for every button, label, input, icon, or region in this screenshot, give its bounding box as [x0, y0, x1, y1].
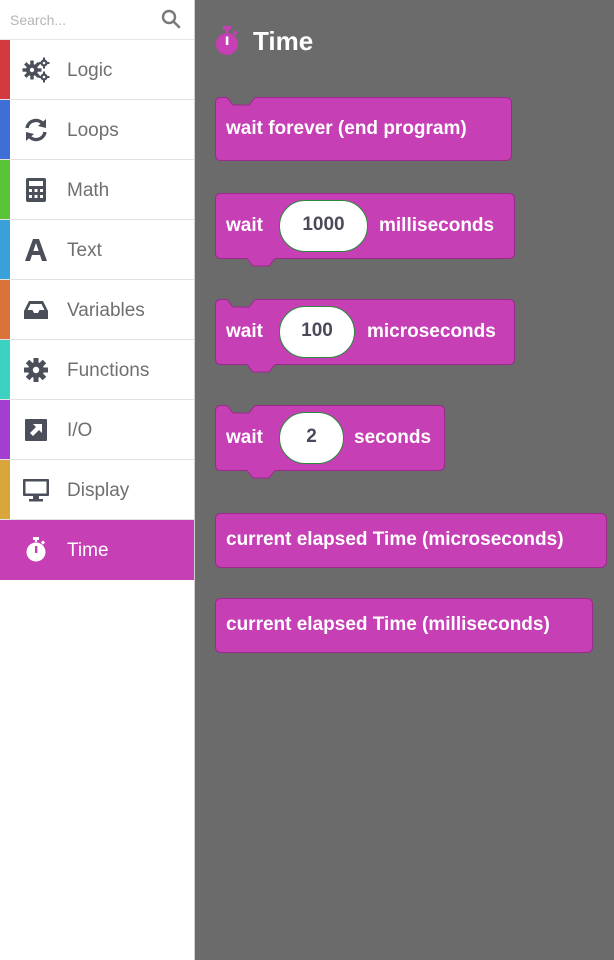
category-label: Display: [67, 480, 130, 501]
category-color-stripe: [0, 220, 10, 279]
category-text[interactable]: Text: [0, 220, 195, 280]
category-color-stripe: [0, 160, 10, 219]
category-loops[interactable]: Loops: [0, 100, 195, 160]
category-label: Text: [67, 240, 102, 261]
category-logic[interactable]: Logic: [0, 40, 195, 100]
search-bar: [0, 0, 195, 40]
search-icon[interactable]: [161, 9, 181, 29]
category-label: Math: [67, 180, 110, 201]
blocks-flyout: Time wait forever (end program) wait 100…: [196, 0, 614, 960]
category-display[interactable]: Display: [0, 460, 195, 520]
seconds-value-field[interactable]: 2: [279, 412, 344, 464]
milliseconds-value-field[interactable]: 1000: [279, 200, 368, 252]
category-label: Time: [67, 540, 109, 561]
gear-icon: [24, 358, 48, 382]
category-time[interactable]: Time: [0, 520, 195, 580]
milliseconds-label: milliseconds: [379, 215, 495, 236]
category-label: Variables: [67, 300, 145, 321]
category-math[interactable]: Math: [0, 160, 195, 220]
loop-icon: [25, 118, 47, 142]
category-color-stripe: [0, 460, 10, 519]
wait-label: wait: [226, 215, 263, 236]
gears-icon: [22, 57, 50, 83]
category-sidebar: Logic Loops Math Text: [0, 0, 195, 960]
seconds-label: seconds: [354, 427, 432, 448]
wait-label: wait: [226, 427, 263, 448]
external-arrow-icon: [25, 419, 47, 441]
category-variables[interactable]: Variables: [0, 280, 195, 340]
block-text: current elapsed Time (microseconds): [226, 529, 564, 550]
category-io[interactable]: I/O: [0, 400, 195, 460]
elapsed-microseconds-block[interactable]: current elapsed Time (microseconds): [215, 513, 607, 569]
wait-microseconds-block[interactable]: wait 100 microseconds: [215, 299, 515, 376]
category-color-stripe: [0, 40, 10, 99]
category-label: Loops: [67, 120, 119, 141]
category-color-stripe: [0, 520, 10, 579]
category-label: Logic: [67, 60, 113, 81]
microseconds-value-field[interactable]: 100: [279, 306, 355, 358]
category-color-stripe: [0, 280, 10, 339]
stopwatch-icon: [26, 537, 46, 562]
wait-seconds-block[interactable]: wait 2 seconds: [215, 405, 445, 482]
flyout-header: Time: [214, 24, 313, 58]
wait-label: wait: [226, 321, 263, 342]
block-text: current elapsed Time (milliseconds): [226, 614, 550, 635]
flyout-title: Time: [253, 25, 314, 56]
category-label: Functions: [67, 360, 150, 381]
wait-milliseconds-block[interactable]: wait 1000 milliseconds: [215, 193, 515, 269]
elapsed-milliseconds-block[interactable]: current elapsed Time (milliseconds): [215, 598, 593, 654]
block-text: wait forever (end program): [226, 118, 467, 139]
category-label: I/O: [67, 420, 93, 441]
stopwatch-icon: [216, 26, 238, 55]
inbox-icon: [24, 301, 48, 319]
category-functions[interactable]: Functions: [0, 340, 195, 400]
text-a-icon: [25, 239, 47, 261]
microseconds-label: microseconds: [367, 321, 496, 342]
sidebar-divider: [194, 0, 195, 960]
category-color-stripe: [0, 100, 10, 159]
category-color-stripe: [0, 400, 10, 459]
search-input[interactable]: [0, 0, 160, 39]
category-color-stripe: [0, 340, 10, 399]
wait-forever-block[interactable]: wait forever (end program): [215, 97, 512, 163]
monitor-icon: [23, 479, 49, 502]
calculator-icon: [26, 178, 46, 202]
